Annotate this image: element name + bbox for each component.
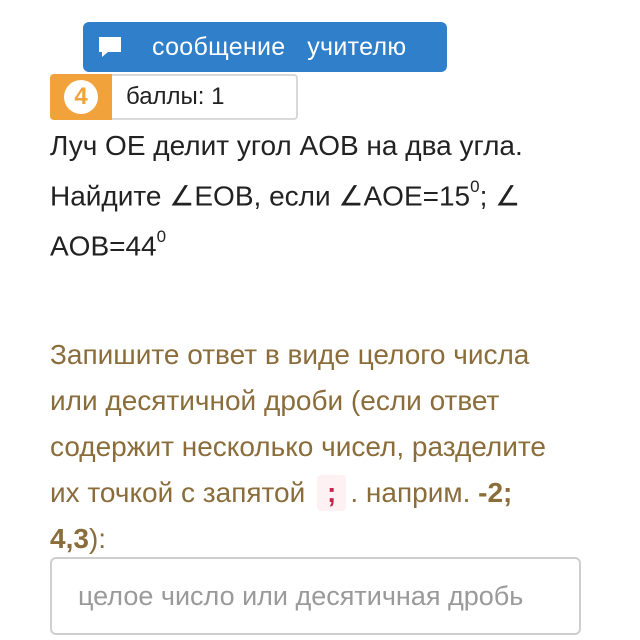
question-line-1: Луч OE делит угол AOB на два угла. (50, 130, 523, 161)
answer-input[interactable] (50, 557, 581, 635)
message-teacher-label: сообщение учителю (152, 32, 407, 61)
question-number: 4 (64, 80, 98, 114)
answer-instructions: Запишите ответ в виде целого числа или д… (50, 332, 570, 562)
score-indicator: 4 баллы: 1 (50, 74, 298, 120)
degree-sup-2: 0 (156, 227, 167, 247)
points-label: баллы: 1 (112, 74, 298, 120)
instruction-text-3: ): (88, 523, 107, 554)
separator-code: ; (317, 475, 347, 511)
message-teacher-button[interactable]: сообщение учителю (83, 22, 447, 72)
question-number-badge: 4 (50, 74, 112, 120)
question-text: Луч OE делит угол AOB на два угла. Найди… (50, 124, 570, 269)
instruction-text-2: . наприм. (350, 477, 479, 508)
question-line-2a: Найдите ∠EOB, если ∠AOE=15 (50, 180, 471, 212)
degree-sup-1: 0 (470, 177, 480, 196)
chat-bubble-icon (96, 33, 124, 61)
